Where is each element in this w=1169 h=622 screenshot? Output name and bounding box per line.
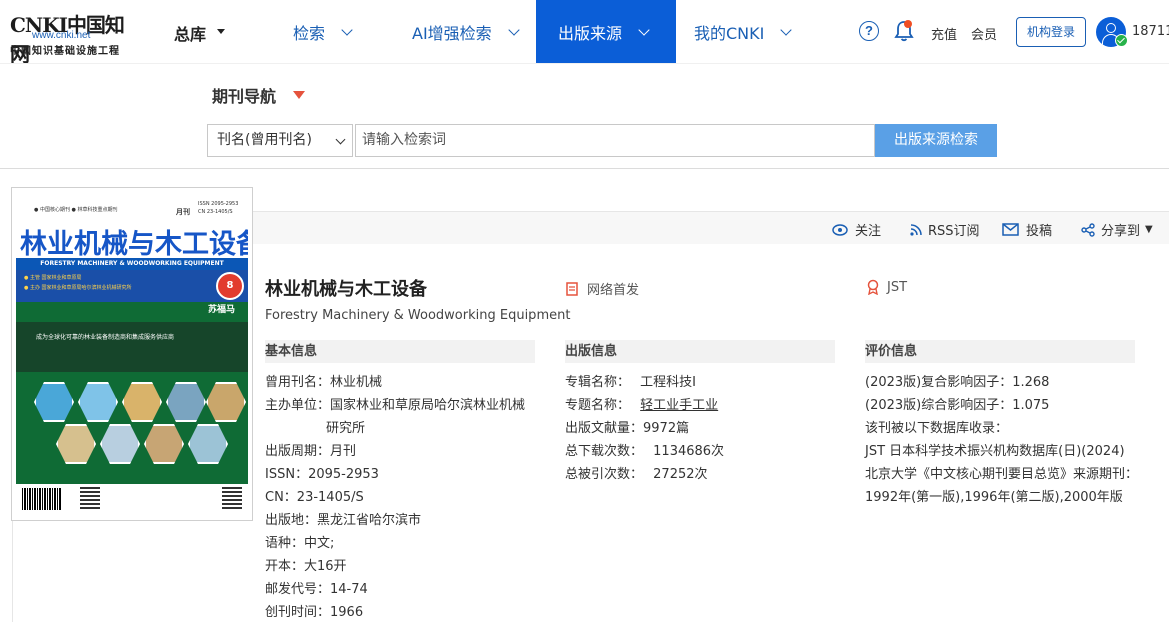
nav-my-cnki[interactable]: 我的CNKI <box>676 0 806 63</box>
nav-publication-source[interactable]: 出版来源 <box>536 0 676 63</box>
eval-info-row: 1992年(第一版),1996年(第二版),2000年版 <box>865 490 1123 505</box>
jst-label: JST <box>887 279 908 295</box>
triangle-down-icon[interactable] <box>293 91 305 99</box>
cover-title: 林业机械与木工设备 <box>20 229 248 260</box>
eval-info-row: 该刊被以下数据库收录： <box>865 421 1009 436</box>
cover-image: ● 中国核心期刊 ● 林草科技重点期刊 月刊 ISSN 2095-2953 CN… <box>16 192 248 516</box>
publication-search-button[interactable]: 出版来源检索 <box>875 124 997 157</box>
journal-search-band: 期刊导航 刊名(曾用刊名) 请输入检索词 出版来源检索 <box>0 63 1169 169</box>
cnki-logo[interactable]: CNKI中国知网 www.cnki.net 中国知识基础设施工程 <box>10 9 140 66</box>
member-link[interactable]: 会员 <box>971 24 997 43</box>
caret-down-icon: ▼ <box>1145 224 1153 235</box>
jst-badge: JST <box>866 279 907 295</box>
journal-title: 林业机械与木工设备 <box>265 279 427 300</box>
rss-icon <box>910 223 922 236</box>
nav-search[interactable]: 检索 <box>276 0 390 63</box>
basic-info-row: 出版地：黑龙江省哈尔滨市 <box>265 513 422 528</box>
submit-label: 投稿 <box>1026 224 1053 239</box>
eval-info-row: 北京大学《中文核心期刊要目总览》来源期刊： <box>865 467 1139 482</box>
nav-search-label: 检索 <box>293 23 326 43</box>
search-field-select[interactable]: 刊名(曾用刊名) <box>207 124 353 157</box>
share-label: 分享到 <box>1101 224 1141 239</box>
award-icon <box>867 279 879 295</box>
eval-info-row: (2023版)综合影响因子：1.075 <box>865 398 1050 413</box>
basic-info-row: 曾用刊名：林业机械 <box>265 375 383 390</box>
chevron-down-icon <box>341 23 353 36</box>
mail-icon <box>1002 223 1019 236</box>
nav-my-cnki-label: 我的CNKI <box>694 23 765 43</box>
rss-button[interactable]: RSS订阅 <box>910 220 980 239</box>
basic-info-row: 开本：大16开 <box>265 559 347 574</box>
publish-info-row: 出版文献量：9972篇 <box>565 417 689 436</box>
help-icon[interactable]: ? <box>859 21 879 41</box>
chevron-down-icon <box>508 23 520 36</box>
basic-info-row: ISSN：2095-2953 <box>265 467 379 482</box>
publish-info-row: 专辑名称： 工程科技Ⅰ <box>565 371 696 390</box>
eye-icon <box>832 223 848 236</box>
basic-info-row: 语种：中文; <box>265 536 335 551</box>
logo-url: www.cnki.net <box>32 30 91 41</box>
basic-info-row: 创刊时间：1966 <box>265 605 364 620</box>
field-label: 出版文献量： <box>565 421 644 436</box>
verified-check-icon <box>1115 34 1128 47</box>
top-navigation: CNKI中国知网 www.cnki.net 中国知识基础设施工程 总库 检索 A… <box>0 0 1169 66</box>
username[interactable]: 18711€ <box>1132 24 1169 39</box>
submit-manuscript-button[interactable]: 投稿 <box>1002 220 1052 239</box>
share-button[interactable]: 分享到 ▼ <box>1081 220 1153 239</box>
document-icon <box>566 281 578 296</box>
logo-subtitle: 中国知识基础设施工程 <box>10 46 120 57</box>
field-value: 27252次 <box>653 467 708 482</box>
org-login-button[interactable]: 机构登录 <box>1016 17 1086 47</box>
basic-info-row: 研究所 <box>326 421 366 436</box>
library-selector[interactable]: 总库 <box>174 21 206 45</box>
eval-info-heading: 评价信息 <box>865 340 1135 363</box>
eval-info-row: JST 日本科学技术振兴机构数据库(日)(2024) <box>865 444 1125 459</box>
journal-nav-title[interactable]: 期刊导航 <box>212 83 276 107</box>
field-label: 专题名称： <box>565 398 631 413</box>
basic-info-heading: 基本信息 <box>265 340 535 363</box>
journal-english-title: Forestry Machinery & Woodworking Equipme… <box>265 308 571 323</box>
eval-info-row: (2023版)复合影响因子：1.268 <box>865 375 1050 390</box>
nav-publication-source-label: 出版来源 <box>558 23 623 43</box>
chevron-down-icon <box>638 23 650 36</box>
chevron-down-icon <box>780 23 793 36</box>
caret-down-icon[interactable] <box>217 29 225 34</box>
share-icon <box>1081 222 1095 237</box>
online-first-badge: 网络首发 <box>566 279 639 298</box>
rss-label: RSS订阅 <box>928 224 980 239</box>
field-value: 工程科技Ⅰ <box>640 375 696 390</box>
notification-dot <box>904 20 912 28</box>
search-field-value: 刊名(曾用刊名) <box>217 132 312 148</box>
online-first-label: 网络首发 <box>587 283 640 298</box>
field-value: 9972篇 <box>643 421 690 436</box>
recharge-link[interactable]: 充值 <box>931 24 957 43</box>
nav-ai-search[interactable]: AI增强检索 <box>396 0 536 63</box>
follow-label: 关注 <box>855 224 882 239</box>
nav-ai-search-label: AI增强检索 <box>412 23 492 43</box>
publish-info-row: 总下载次数： 1134686次 <box>565 440 724 459</box>
publish-info-row: 专题名称： 轻工业手工业 <box>565 394 718 413</box>
basic-info-row: 出版周期：月刊 <box>265 444 357 459</box>
field-label: 专辑名称： <box>565 375 631 390</box>
follow-button[interactable]: 关注 <box>832 220 881 239</box>
field-label: 总被引次数： <box>565 467 644 482</box>
field-value: 1134686次 <box>653 444 725 459</box>
journal-cover: ● 中国核心期刊 ● 林草科技重点期刊 月刊 ISSN 2095-2953 CN… <box>11 187 253 521</box>
topic-link[interactable]: 轻工业手工业 <box>640 398 718 413</box>
basic-info-row: 主办单位：国家林业和草原局哈尔滨林业机械 <box>265 398 526 413</box>
publish-info-heading: 出版信息 <box>565 340 835 363</box>
search-input[interactable]: 请输入检索词 <box>355 124 875 157</box>
basic-info-row: 邮发代号：14-74 <box>265 582 368 597</box>
basic-info-row: CN：23-1405/S <box>265 490 364 505</box>
field-label: 总下载次数： <box>565 444 644 459</box>
chevron-down-icon <box>335 134 346 145</box>
publish-info-row: 总被引次数： 27252次 <box>565 463 708 482</box>
